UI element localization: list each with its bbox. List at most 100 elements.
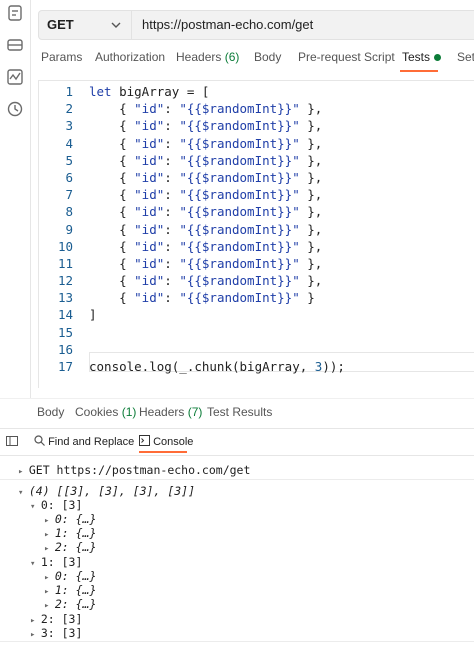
code-line: 3 { "id": "{{$randomInt}}" }, xyxy=(39,117,474,134)
method-select[interactable]: GET xyxy=(39,11,132,39)
string-literal: "{{$randomInt}}" xyxy=(179,290,300,306)
tab-prerequest-script[interactable]: Pre-request Script xyxy=(298,50,395,64)
string-literal: "{{$randomInt}}" xyxy=(179,238,300,254)
code-line: 11 { "id": "{{$randomInt}}" }, xyxy=(39,255,474,272)
code-text: : xyxy=(164,118,180,134)
tests-indicator-dot xyxy=(434,54,442,62)
history-icon[interactable] xyxy=(6,100,24,118)
console-tree-node[interactable]: ▾ 0: [3] xyxy=(30,498,82,512)
line-number: 3 xyxy=(65,118,73,134)
string-literal: "{{$randomInt}}" xyxy=(179,204,300,220)
tab-cookies-label: Cookies xyxy=(75,405,119,419)
code-line: 5 { "id": "{{$randomInt}}" }, xyxy=(39,152,474,169)
console-tree-node[interactable]: ▸ 1: {…} xyxy=(44,583,96,597)
tree-node-label: 2: {…} xyxy=(54,597,97,611)
tree-node-label: 1: {…} xyxy=(54,526,97,540)
string-literal: "id" xyxy=(134,255,165,271)
tab-headers[interactable]: Headers (6) xyxy=(176,50,239,64)
method-label: GET xyxy=(47,17,74,32)
code-lines: 1 let bigArray = [ 2 { "id": "{{$randomI… xyxy=(39,83,474,375)
console-request-entry[interactable]: ▸ GET https://postman-echo.com/get xyxy=(18,463,250,477)
active-tab-underline xyxy=(400,70,438,72)
tree-node-label: 3: [3] xyxy=(40,626,83,640)
code-text: }, xyxy=(299,169,323,185)
tree-node-label: 1: {…} xyxy=(54,583,97,597)
console-tree-node[interactable]: ▸ 1: {…} xyxy=(44,526,96,540)
code-line: 1 let bigArray = [ xyxy=(39,83,474,100)
find-replace-button[interactable]: Find and Replace xyxy=(34,435,134,448)
tab-cookies[interactable]: Cookies (1) xyxy=(75,405,136,419)
string-literal: "{{$randomInt}}" xyxy=(179,255,300,271)
console-tree-node[interactable]: ▾ 1: [3] xyxy=(30,555,82,569)
collapse-arrow-icon: ▾ xyxy=(30,502,41,512)
string-literal: "id" xyxy=(134,204,165,220)
line-number: 1 xyxy=(65,84,73,99)
divider xyxy=(0,641,474,642)
code-text: : xyxy=(164,221,180,237)
string-literal: "id" xyxy=(134,273,165,289)
code-text: : xyxy=(164,152,180,168)
console-tree-node[interactable]: ▸ 2: {…} xyxy=(44,597,96,611)
tab-headers-label: Headers xyxy=(176,50,222,64)
tab-response-headers[interactable]: Headers (7) xyxy=(139,405,202,419)
code-text: { xyxy=(89,255,135,271)
line-number: 9 xyxy=(65,221,73,237)
collections-icon[interactable] xyxy=(6,4,24,22)
code-text: : xyxy=(164,238,180,254)
string-literal: "{{$randomInt}}" xyxy=(179,221,300,237)
code-text: { xyxy=(89,221,135,237)
console-request-text: GET https://postman-echo.com/get xyxy=(28,463,251,477)
code-text: : xyxy=(164,273,180,289)
code-text: }, xyxy=(299,273,323,289)
console-array-entry[interactable]: ▾ (4) [[3], [3], [3], [3]] xyxy=(18,484,195,498)
string-literal: "{{$randomInt}}" xyxy=(179,101,300,117)
string-literal: "id" xyxy=(134,135,165,151)
tree-node-label: 2: {…} xyxy=(54,540,97,554)
tab-params[interactable]: Params xyxy=(41,50,82,64)
tab-test-results[interactable]: Test Results xyxy=(207,405,272,419)
tab-tests-label: Tests xyxy=(402,50,431,64)
code-text: }, xyxy=(299,135,323,151)
tab-body[interactable]: Body xyxy=(254,50,281,64)
tab-tests[interactable]: Tests xyxy=(402,50,442,64)
line-number: 2 xyxy=(65,101,73,117)
string-literal: "id" xyxy=(134,290,165,306)
tab-authorization[interactable]: Authorization xyxy=(95,50,165,64)
console-tree-node[interactable]: ▸ 2: [3] xyxy=(30,612,82,626)
code-text: : xyxy=(164,290,180,306)
code-text: : xyxy=(164,187,180,203)
console-tree-node[interactable]: ▸ 3: [3] xyxy=(30,626,82,640)
expand-arrow-icon: ▸ xyxy=(18,467,29,477)
code-line: 2 { "id": "{{$randomInt}}" }, xyxy=(39,100,474,117)
code-text: }, xyxy=(299,255,323,271)
code-text: }, xyxy=(299,118,323,134)
string-literal: "{{$randomInt}}" xyxy=(179,273,300,289)
divider xyxy=(0,479,474,480)
code-text: }, xyxy=(299,101,323,117)
console-tree-node[interactable]: ▸ 2: {…} xyxy=(44,540,96,554)
code-text: { xyxy=(89,290,135,306)
code-text: : xyxy=(164,101,180,117)
tab-cookies-count: (1) xyxy=(121,405,137,419)
code-text: ] xyxy=(89,307,97,323)
code-text: : xyxy=(164,204,180,220)
string-literal: "{{$randomInt}}" xyxy=(179,135,300,151)
code-text: { xyxy=(89,187,135,203)
code-text: console.log(_.chunk(bigArray, xyxy=(89,359,315,374)
code-line: 17 console.log(_.chunk(bigArray, 3)); xyxy=(39,358,474,375)
string-literal: "id" xyxy=(134,238,165,254)
console-tree-node[interactable]: ▸ 0: {…} xyxy=(44,512,96,526)
code-text: }, xyxy=(299,187,323,203)
tab-response-body[interactable]: Body xyxy=(37,405,64,419)
tab-settings[interactable]: Set xyxy=(457,50,474,64)
sidebar-toggle-icon[interactable] xyxy=(6,435,18,450)
code-editor[interactable]: 1 let bigArray = [ 2 { "id": "{{$randomI… xyxy=(38,80,474,388)
url-input[interactable]: https://postman-echo.com/get xyxy=(142,11,313,39)
code-line: 9 { "id": "{{$randomInt}}" }, xyxy=(39,221,474,238)
console-button[interactable]: Console xyxy=(139,435,193,448)
console-tree-node[interactable]: ▸ 0: {…} xyxy=(44,569,96,583)
code-text: } xyxy=(299,290,315,306)
chevron-down-icon xyxy=(111,22,121,28)
collapse-arrow-icon: ▾ xyxy=(30,559,41,569)
code-line: 7 { "id": "{{$randomInt}}" }, xyxy=(39,186,474,203)
